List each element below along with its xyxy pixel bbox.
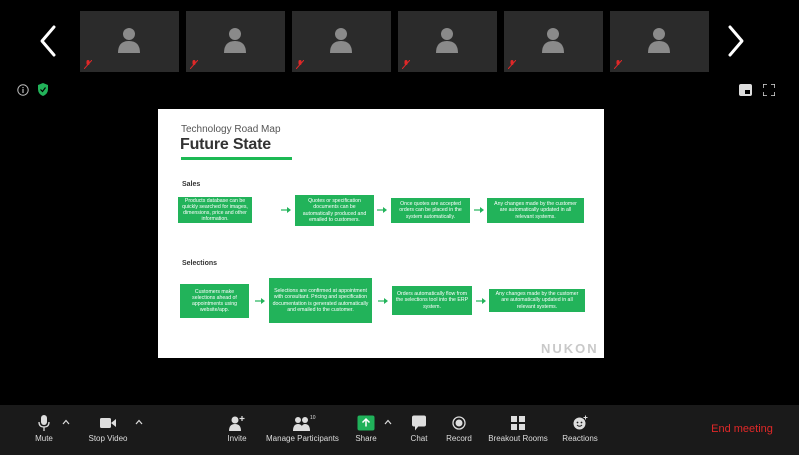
user-avatar-icon xyxy=(436,28,458,53)
mute-label: Mute xyxy=(35,434,53,443)
share-label: Share xyxy=(355,434,377,443)
muted-mic-icon xyxy=(84,60,92,69)
nukon-logo: NUKON xyxy=(541,341,599,356)
share-screen-icon xyxy=(357,415,375,431)
invite-label: Invite xyxy=(227,434,247,443)
arrow-right-icon xyxy=(474,207,484,213)
arrow-right-icon xyxy=(255,298,265,304)
muted-mic-icon xyxy=(402,60,410,69)
muted-mic-icon xyxy=(614,60,622,69)
chevron-up-icon[interactable] xyxy=(384,419,392,425)
record-button[interactable]: Record xyxy=(442,405,476,455)
selections-step-2: Selections are confirmed at appointment … xyxy=(269,278,372,323)
info-icon[interactable] xyxy=(17,84,29,96)
participant-tile[interactable] xyxy=(186,11,285,72)
muted-mic-icon xyxy=(190,60,198,69)
chat-bubble-icon xyxy=(412,415,426,431)
participant-tile[interactable] xyxy=(504,11,603,72)
participant-count-badge: 10 xyxy=(310,415,316,421)
sales-step-3: Once quotes are accepted orders can be p… xyxy=(391,198,470,223)
sales-step-2: Quotes or specification documents can be… xyxy=(295,195,374,226)
chevron-up-icon[interactable] xyxy=(135,419,143,425)
breakout-grid-icon xyxy=(511,416,525,430)
participant-tile[interactable] xyxy=(398,11,497,72)
section-label-selections: Selections xyxy=(182,260,218,267)
selections-step-4: Any changes made by the customer are aut… xyxy=(489,289,585,312)
selections-step-1: Customers make selections ahead of appoi… xyxy=(180,284,249,318)
participant-strip xyxy=(80,11,709,72)
manage-participants-label: Manage Participants xyxy=(266,434,339,443)
manage-participants-button[interactable]: 10 Manage Participants xyxy=(266,405,339,455)
stop-video-button[interactable]: Stop Video xyxy=(84,405,132,455)
breakout-rooms-button[interactable]: Breakout Rooms xyxy=(488,405,548,455)
reactions-button[interactable]: Reactions xyxy=(560,405,600,455)
fullscreen-icon[interactable] xyxy=(763,84,775,96)
shared-screen-slide: Technology Road Map Future State Sales P… xyxy=(158,109,604,358)
next-page-arrow-icon[interactable] xyxy=(722,24,748,58)
user-avatar-icon xyxy=(118,28,140,53)
share-button[interactable]: Share xyxy=(352,405,380,455)
user-avatar-icon xyxy=(542,28,564,53)
stop-video-label: Stop Video xyxy=(88,434,128,443)
participant-tile[interactable] xyxy=(610,11,709,72)
security-shield-icon[interactable] xyxy=(37,83,49,96)
sales-step-1: Products database can be quickly searche… xyxy=(178,197,252,223)
previous-page-arrow-icon[interactable] xyxy=(36,24,62,58)
selections-step-3: Orders automatically flow from the selec… xyxy=(392,286,472,315)
add-person-icon xyxy=(229,416,245,431)
user-avatar-icon xyxy=(330,28,352,53)
chat-label: Chat xyxy=(410,434,428,443)
meeting-toolbar: Mute Stop Video Invite 10 Manage Partici… xyxy=(0,405,799,455)
mute-button[interactable]: Mute xyxy=(24,405,64,455)
arrow-right-icon xyxy=(378,298,388,304)
record-icon xyxy=(452,416,466,430)
invite-button[interactable]: Invite xyxy=(221,405,253,455)
section-label-sales: Sales xyxy=(182,181,201,188)
reactions-label: Reactions xyxy=(562,434,598,443)
arrow-right-icon xyxy=(281,207,291,213)
participant-tile[interactable] xyxy=(80,11,179,72)
video-camera-icon xyxy=(100,418,116,428)
user-avatar-icon xyxy=(648,28,670,53)
user-avatar-icon xyxy=(224,28,246,53)
record-label: Record xyxy=(446,434,472,443)
speaker-view-icon[interactable] xyxy=(739,84,752,96)
chat-button[interactable]: Chat xyxy=(405,405,433,455)
end-meeting-button[interactable]: End meeting xyxy=(697,423,787,435)
chevron-up-icon[interactable] xyxy=(62,419,70,425)
slide-subtitle: Technology Road Map xyxy=(181,124,281,135)
title-underline xyxy=(181,157,292,160)
breakout-rooms-label: Breakout Rooms xyxy=(488,434,548,443)
arrow-right-icon xyxy=(377,207,387,213)
slide-title: Future State xyxy=(180,136,271,153)
microphone-icon xyxy=(38,415,50,431)
participant-tile[interactable] xyxy=(292,11,391,72)
participants-icon xyxy=(293,417,310,431)
smiley-icon xyxy=(573,415,588,430)
arrow-right-icon xyxy=(476,298,486,304)
sales-step-4: Any changes made by the customer are aut… xyxy=(487,198,584,223)
muted-mic-icon xyxy=(296,60,304,69)
muted-mic-icon xyxy=(508,60,516,69)
